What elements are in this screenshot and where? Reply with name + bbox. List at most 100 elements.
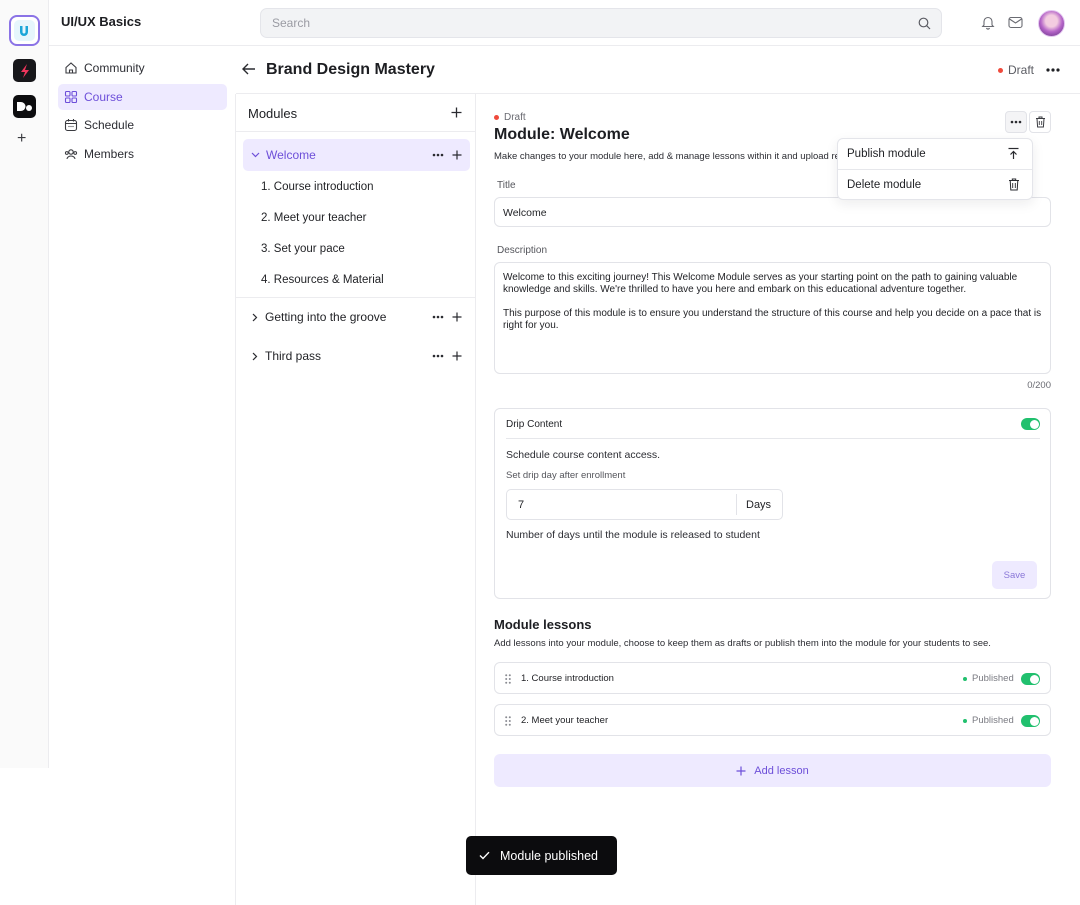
add-lesson-label: Add lesson (754, 764, 809, 777)
mail-icon[interactable] (1008, 16, 1023, 29)
bell-icon[interactable] (981, 15, 995, 30)
calendar-icon (64, 118, 78, 132)
sidebar-item-label: Community (84, 61, 145, 75)
sidebar-item-members[interactable]: Members (58, 141, 227, 167)
lesson-status: Published (963, 673, 1014, 684)
sidebar-item-label: Course (84, 90, 123, 104)
module-row-welcome[interactable]: Welcome (243, 139, 470, 171)
course-header: Brand Design Mastery Draft (236, 46, 1080, 94)
lesson-link[interactable]: 1. Course introduction (261, 181, 374, 193)
drag-handle-icon[interactable] (505, 716, 511, 726)
module-options-menu: Publish module Delete module (837, 138, 1033, 200)
add-module-icon[interactable] (451, 107, 462, 118)
lesson-status-text: Published (972, 673, 1014, 684)
lesson-row[interactable]: 1. Course introduction Published (494, 662, 1051, 694)
top-bar: UI/UX Basics (49, 0, 1080, 46)
lesson-link[interactable]: 3. Set your pace (261, 243, 345, 255)
drip-field-label: Set drip day after enrollment (506, 470, 626, 481)
trash-icon (1008, 178, 1020, 191)
plus-icon (736, 766, 746, 776)
module-subtitle: Make changes to your module here, add & … (494, 151, 837, 162)
drip-title: Drip Content (506, 419, 563, 430)
status-badge: Draft (997, 63, 1034, 77)
more-options-icon[interactable] (432, 315, 444, 319)
chevron-right-icon[interactable] (252, 313, 258, 322)
title-field[interactable]: Welcome (494, 197, 1051, 227)
sidebar-item-schedule[interactable]: Schedule (58, 112, 227, 138)
drip-content-card: Drip Content Schedule course content acc… (494, 408, 1051, 599)
toast-message: Module published (500, 848, 598, 863)
publish-module-item[interactable]: Publish module (838, 139, 1032, 169)
drag-handle-icon[interactable] (505, 674, 511, 684)
users-icon (64, 147, 78, 161)
lesson-link[interactable]: 2. Meet your teacher (261, 212, 366, 224)
drip-description: Schedule course content access. (506, 449, 661, 461)
publish-module-label: Publish module (847, 148, 926, 160)
search-box[interactable] (260, 8, 942, 38)
drip-help-text: Number of days until the module is relea… (506, 529, 760, 541)
lesson-row[interactable]: 2. Meet your teacher Published (494, 704, 1051, 736)
chevron-down-icon[interactable] (251, 152, 260, 158)
sidebar-item-label: Members (84, 147, 135, 161)
more-options-icon[interactable] (432, 354, 444, 358)
workspace-uiux[interactable] (9, 15, 40, 46)
delete-module-label: Delete module (847, 179, 922, 191)
workspace-do[interactable] (9, 91, 40, 122)
lesson-publish-toggle[interactable] (1021, 673, 1040, 685)
drip-days-value: 7 (518, 499, 525, 511)
drip-toggle[interactable] (1021, 418, 1040, 430)
delete-module-item[interactable]: Delete module (838, 170, 1032, 200)
description-label: Description (497, 245, 548, 256)
upload-icon (1007, 147, 1020, 160)
lesson-status: Published (963, 715, 1014, 726)
module-more-button[interactable] (1005, 111, 1027, 133)
add-lesson-icon[interactable] (452, 312, 462, 322)
module-status: Draft (494, 112, 526, 123)
description-paragraph: Welcome to this exciting journey! This W… (503, 272, 1018, 295)
module-label: Third pass (265, 349, 322, 363)
module-status-text: Draft (504, 112, 526, 123)
module-row-groove[interactable]: Getting into the groove (243, 301, 470, 333)
search-icon[interactable] (918, 17, 931, 30)
trash-icon (1035, 116, 1046, 128)
status-text: Draft (1007, 63, 1034, 77)
drip-days-input[interactable]: 7 Days (506, 489, 783, 520)
workspace-uiux-logo (14, 20, 35, 41)
lesson-title: 2. Meet your teacher (521, 715, 609, 726)
sidebar-item-community[interactable]: Community (58, 55, 227, 81)
workspace-do-logo (13, 95, 36, 118)
add-lesson-icon[interactable] (452, 351, 462, 361)
back-arrow-icon[interactable] (242, 63, 256, 75)
description-field[interactable]: Welcome to this exciting journey! This W… (494, 262, 1051, 374)
lessons-section-subtitle: Add lessons into your module, choose to … (494, 638, 991, 649)
add-lesson-button[interactable]: Add lesson (494, 754, 1051, 787)
toast-notification: Module published (466, 836, 617, 875)
add-lesson-icon[interactable] (452, 150, 462, 160)
save-button[interactable]: Save (992, 561, 1037, 589)
modules-panel: Modules Welcome 1. Course introduction 2… (235, 94, 476, 905)
title-label: Title (497, 180, 516, 191)
add-workspace-button[interactable]: + (17, 131, 26, 147)
delete-module-button[interactable] (1029, 111, 1051, 133)
lesson-link[interactable]: 4. Resources & Material (261, 274, 384, 286)
drip-days-unit: Days (746, 499, 772, 511)
more-options-icon[interactable] (432, 153, 444, 157)
status-dot (494, 115, 499, 120)
module-editor: Draft Module: Welcome Make changes to yo… (476, 94, 1080, 905)
status-dot (963, 718, 967, 723)
avatar[interactable] (1038, 10, 1065, 37)
char-count: 0/200 (1027, 380, 1051, 391)
module-row-third-pass[interactable]: Third pass (243, 340, 470, 372)
search-input[interactable] (272, 9, 892, 37)
sidebar-item-course[interactable]: Course (58, 84, 227, 110)
workspace-red[interactable] (9, 55, 40, 86)
status-dot (963, 676, 967, 681)
lesson-publish-toggle[interactable] (1021, 715, 1040, 727)
page-title: Brand Design Mastery (266, 61, 435, 78)
status-dot (997, 67, 1003, 73)
divider (736, 494, 737, 515)
more-options-icon[interactable] (1046, 68, 1060, 72)
module-label: Getting into the groove (265, 310, 387, 324)
chevron-right-icon[interactable] (252, 352, 258, 361)
lesson-title: 1. Course introduction (521, 673, 614, 684)
